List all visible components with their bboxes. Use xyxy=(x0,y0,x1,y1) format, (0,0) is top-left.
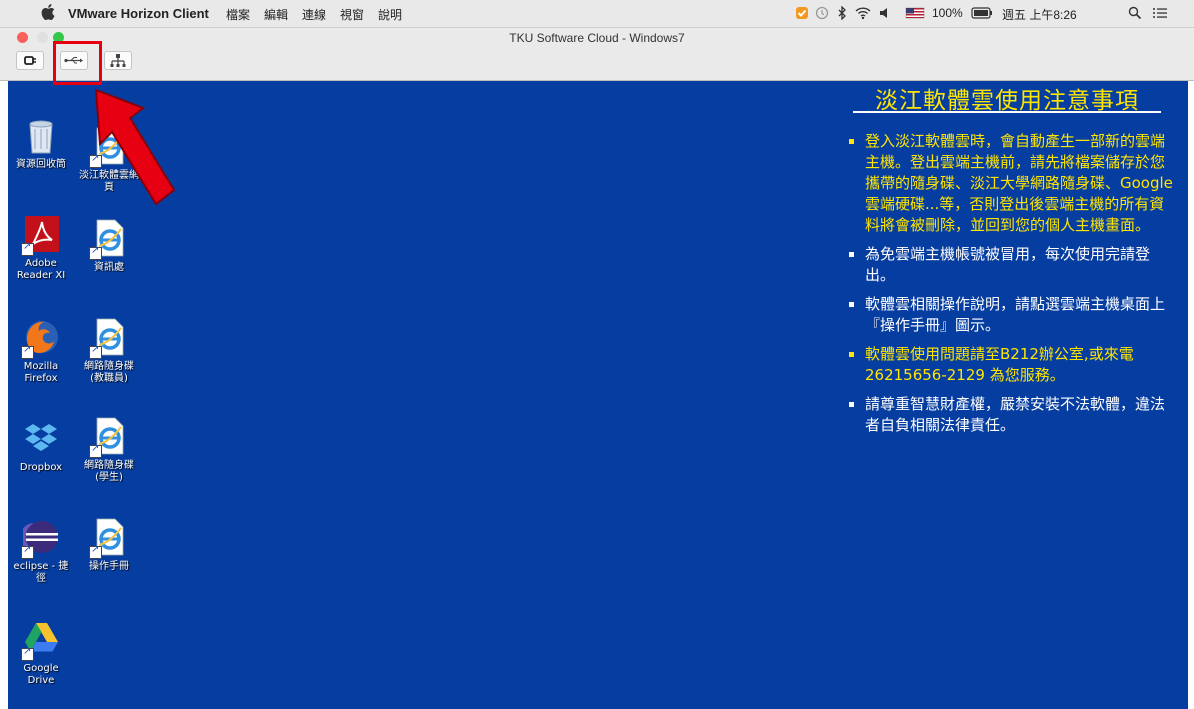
wifi-icon[interactable] xyxy=(855,6,871,20)
shortcut-arrow-icon xyxy=(89,443,102,458)
flag-input-icon[interactable] xyxy=(905,6,925,20)
time-machine-icon[interactable] xyxy=(815,6,829,20)
desktop-icon-recycle-bin[interactable]: 資源回收筒 xyxy=(10,115,72,171)
pointer-arrow-icon xyxy=(94,88,176,206)
notice-title: 淡江軟體雲使用注意事項 xyxy=(853,81,1161,114)
desktop-icon-label: 資訊處 xyxy=(94,262,124,273)
shortcut-arrow-icon xyxy=(21,344,34,359)
desktop-icon-label: 網路隨身碟(教職員) xyxy=(84,361,134,384)
disconnect-icon xyxy=(24,56,36,65)
desktop-icon-label: 資源回收筒 xyxy=(16,159,66,170)
desktop-icon-user-manual[interactable]: 操作手冊 xyxy=(78,517,140,573)
network-icon xyxy=(110,54,126,67)
menu-window[interactable]: 視窗 xyxy=(340,6,364,23)
bullet-icon xyxy=(849,302,854,307)
window-titlebar: TKU Software Cloud - Windows7 xyxy=(0,28,1194,81)
network-button[interactable] xyxy=(104,51,132,70)
battery-percent: 100% xyxy=(932,6,963,20)
desktop-icon-label: Google Drive xyxy=(23,663,59,686)
desktop-icon-google-drive[interactable]: Google Drive xyxy=(10,619,72,687)
disconnect-button[interactable] xyxy=(16,51,44,70)
desktop-icon-label: Mozilla Firefox xyxy=(23,361,59,384)
desktop-icon-adobe-reader[interactable]: Adobe Reader XI xyxy=(10,214,72,282)
notice-item-2: 為免雲端主機帳號被冒用，每次使用完請登出。 xyxy=(843,244,1173,286)
shortcut-arrow-icon xyxy=(89,544,102,559)
notice-item-5: 請尊重智慧財產權，嚴禁安裝不法軟體，違法者自負相關法律責任。 xyxy=(843,394,1173,436)
clock[interactable]: 週五 上午8:26 xyxy=(1002,6,1077,23)
bullet-icon xyxy=(849,139,854,144)
mac-menu-bar: VMware Horizon Client 檔案 編輯 連線 視窗 說明 100… xyxy=(0,0,1194,28)
bluetooth-icon[interactable] xyxy=(835,6,849,20)
bullet-icon xyxy=(849,402,854,407)
notice-panel: 淡江軟體雲使用注意事項 登入淡江軟體雲時，會自動產生一部新的雲端主機。登出雲端主… xyxy=(843,81,1173,436)
shortcut-arrow-icon xyxy=(89,245,102,260)
app-name-menu[interactable]: VMware Horizon Client xyxy=(68,6,209,21)
desktop-icon-dropbox[interactable]: Dropbox xyxy=(10,418,72,474)
shortcut-arrow-icon xyxy=(21,241,34,256)
notice-item-3: 軟體雲相關操作說明，請點選雲端主機桌面上『操作手冊』圖示。 xyxy=(843,294,1173,336)
notice-item-1: 登入淡江軟體雲時，會自動產生一部新的雲端主機。登出雲端主機前，請先將檔案儲存於您… xyxy=(843,131,1173,236)
notice-item-4: 軟體雲使用問題請至B212辦公室,或來電26215656-2129 為您服務。 xyxy=(843,344,1173,386)
shortcut-arrow-icon xyxy=(21,646,34,661)
notification-center-icon[interactable] xyxy=(1152,6,1168,20)
notice-item-text: 為免雲端主機帳號被冒用，每次使用完請登出。 xyxy=(865,245,1151,284)
shortcut-arrow-icon xyxy=(21,544,34,559)
desktop-icon-firefox[interactable]: Mozilla Firefox xyxy=(10,317,72,385)
notice-item-text: 軟體雲使用問題請至B212辦公室,或來電26215656-2129 為您服務。 xyxy=(865,345,1134,384)
battery-icon[interactable] xyxy=(971,6,993,20)
desktop-icon-info-office[interactable]: 資訊處 xyxy=(78,218,140,274)
spotlight-search-icon[interactable] xyxy=(1128,6,1142,20)
notice-item-text: 請尊重智慧財產權，嚴禁安裝不法軟體，違法者自負相關法律責任。 xyxy=(865,395,1166,434)
menu-edit[interactable]: 編輯 xyxy=(264,6,288,23)
menu-connection[interactable]: 連線 xyxy=(302,6,326,23)
checkmark-app-icon[interactable] xyxy=(795,6,809,20)
shortcut-arrow-icon xyxy=(89,344,102,359)
desktop-icon-label: 操作手冊 xyxy=(89,561,129,572)
bullet-icon xyxy=(849,352,854,357)
desktop-icon-eclipse[interactable]: eclipse - 捷徑 xyxy=(10,517,72,585)
apple-icon[interactable] xyxy=(41,4,55,20)
volume-icon[interactable] xyxy=(878,6,892,20)
window-title: TKU Software Cloud - Windows7 xyxy=(509,31,685,45)
desktop-icon-label: Adobe Reader XI xyxy=(16,258,66,281)
notice-item-text: 軟體雲相關操作說明，請點選雲端主機桌面上『操作手冊』圖示。 xyxy=(865,295,1166,334)
desktop-icon-label: eclipse - 捷徑 xyxy=(13,561,69,584)
menu-help[interactable]: 說明 xyxy=(378,6,402,23)
dropbox-icon xyxy=(25,424,57,451)
remote-desktop[interactable]: 資源回收筒 Adobe Reader XI Mozilla Firefox xyxy=(8,81,1188,709)
desktop-icon-net-drive-student[interactable]: 網路隨身碟(學生) xyxy=(78,416,140,484)
desktop-icon-net-drive-staff[interactable]: 網路隨身碟(教職員) xyxy=(78,317,140,385)
bullet-icon xyxy=(849,252,854,257)
desktop-icon-label: Dropbox xyxy=(19,462,63,473)
recycle-bin-icon xyxy=(29,120,53,154)
menu-file[interactable]: 檔案 xyxy=(226,6,250,23)
desktop-icon-label: 網路隨身碟(學生) xyxy=(84,460,134,483)
usb-highlight-box xyxy=(53,41,102,85)
notice-item-text: 登入淡江軟體雲時，會自動產生一部新的雲端主機。登出雲端主機前，請先將檔案儲存於您… xyxy=(865,132,1173,234)
